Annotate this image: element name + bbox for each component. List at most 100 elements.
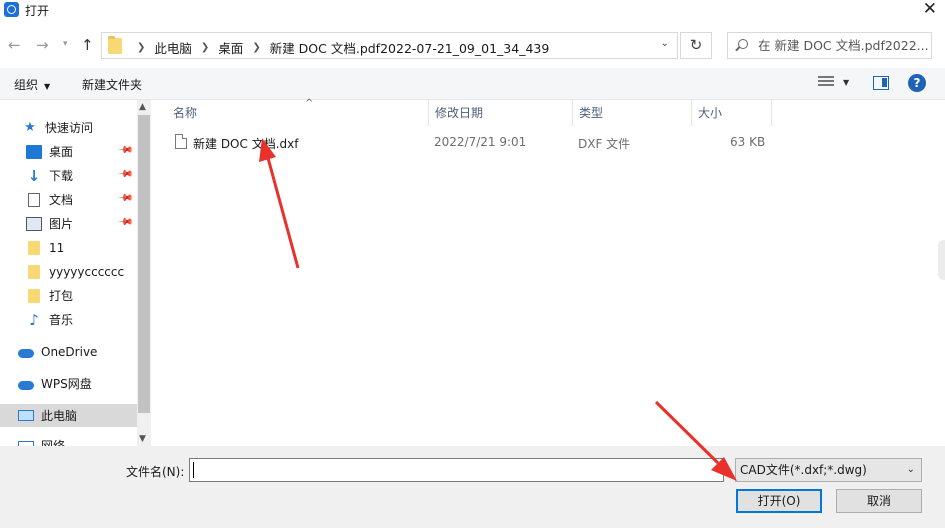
window-title: 打开: [25, 4, 50, 18]
organize-label: 组织: [14, 78, 39, 92]
chevron-down-icon: ▼: [44, 82, 51, 91]
navigation-pane: ★ 快速访问 桌面 📌 ↓ 下载 📌 文档 📌 图片 📌 11 yyyyyccc…: [0, 100, 137, 446]
forward-arrow-icon[interactable]: →: [36, 36, 49, 54]
organize-menu[interactable]: 组织 ▼: [14, 76, 50, 93]
nav-item-pictures[interactable]: 图片 📌: [0, 212, 137, 235]
new-folder-button[interactable]: 新建文件夹: [82, 76, 142, 93]
refresh-icon[interactable]: ↻: [680, 32, 712, 59]
nav-item-folder-yyyyycccccc[interactable]: yyyyycccccc: [0, 260, 137, 283]
file-row[interactable]: 新建 DOC 文档.dxf 2022/7/21 9:01 DXF 文件 63 K…: [166, 132, 776, 154]
folder-icon: [28, 240, 40, 255]
chevron-right-icon: ❯: [252, 42, 261, 53]
search-input[interactable]: [758, 33, 930, 58]
scroll-down-icon[interactable]: ▼: [139, 434, 146, 444]
column-header-name[interactable]: ^ 名称: [166, 98, 429, 126]
column-header-size[interactable]: 大小: [691, 100, 772, 126]
nav-item-label: OneDrive: [41, 344, 98, 359]
pin-icon: 📌: [116, 142, 134, 159]
breadcrumb-item[interactable]: 此电脑: [154, 38, 192, 57]
nav-item-onedrive[interactable]: OneDrive: [0, 340, 137, 363]
nav-item-label: 下载: [49, 169, 74, 183]
chevron-right-icon: ❯: [200, 42, 210, 53]
chevron-right-icon: ❯: [137, 42, 146, 53]
column-header-label: 名称: [173, 106, 198, 120]
nav-item-label: 打包: [49, 289, 74, 303]
nav-item-this-pc[interactable]: 此电脑: [0, 404, 137, 427]
nav-item-downloads[interactable]: ↓ 下载 📌: [0, 164, 137, 187]
music-icon: ♪: [29, 310, 39, 329]
filename-input[interactable]: ⌄: [189, 458, 724, 482]
cloud-icon: [18, 348, 34, 358]
search-box[interactable]: [727, 32, 932, 59]
pictures-icon: [26, 216, 42, 231]
recent-locations-chevron-icon[interactable]: ▾: [63, 39, 68, 49]
nav-item-label: 图片: [49, 217, 74, 231]
column-header-type[interactable]: 类型: [572, 100, 692, 126]
file-list: ^ 名称 修改日期 类型 大小 新建 DOC 文档.dxf 2022/7/21 …: [151, 98, 945, 446]
address-row: ← → ▾ ↑ ❯ 此电脑 ❯ 桌面 ❯ 新建 DOC 文档.pdf2022-0…: [0, 28, 945, 64]
breadcrumb-item[interactable]: 新建 DOC 文档.pdf2022-07-21_09_01_34_439: [270, 38, 550, 57]
nav-item-folder-11[interactable]: 11: [0, 236, 137, 259]
pin-icon: 📌: [116, 166, 134, 183]
command-bar: 组织 ▼ 新建文件夹 ▼ ?: [0, 68, 945, 100]
up-arrow-icon[interactable]: ↑: [81, 36, 94, 54]
address-bar[interactable]: ❯ 此电脑 ❯ 桌面 ❯ 新建 DOC 文档.pdf2022-07-21_09_…: [101, 32, 678, 59]
column-header-date[interactable]: 修改日期: [428, 100, 573, 126]
column-header-label: 大小: [698, 106, 723, 120]
folder-icon: [28, 288, 40, 303]
nav-pane-scrollbar[interactable]: ▲ ▼: [137, 100, 151, 446]
nav-item-folder-package[interactable]: 打包: [0, 284, 137, 307]
chevron-down-icon[interactable]: ⌄: [661, 38, 669, 49]
app-icon: [4, 2, 19, 17]
chevron-down-icon[interactable]: ⌄: [711, 463, 719, 474]
nav-item-label: WPS网盘: [41, 377, 92, 391]
column-header-label: 类型: [579, 106, 604, 120]
nav-item-desktop[interactable]: 桌面 📌: [0, 140, 137, 163]
nav-item-label: 网络: [41, 439, 66, 446]
filetype-select[interactable]: CAD文件(*.dxf;*.dwg) ⌄: [735, 458, 922, 482]
chevron-down-icon[interactable]: ▼: [843, 78, 849, 87]
file-name: 新建 DOC 文档.dxf: [193, 137, 299, 151]
breadcrumb: ❯ 此电脑 ❯ 桌面 ❯ 新建 DOC 文档.pdf2022-07-21_09_…: [128, 38, 549, 57]
close-icon[interactable]: ✕: [923, 0, 937, 19]
nav-item-wps-drive[interactable]: WPS网盘: [0, 372, 137, 395]
view-options-icon[interactable]: [818, 76, 834, 90]
column-header-label: 修改日期: [435, 106, 484, 120]
preview-pane-icon[interactable]: [873, 76, 889, 90]
nav-item-quick-access[interactable]: ★ 快速访问: [0, 116, 137, 139]
nav-item-label: 11: [49, 240, 65, 255]
star-icon: ★: [24, 119, 36, 135]
nav-item-documents[interactable]: 文档 📌: [0, 188, 137, 211]
filename-label: 文件名(N):: [126, 465, 185, 479]
pin-icon: 📌: [116, 190, 134, 207]
search-icon: [738, 39, 748, 49]
title-bar: 打开 ✕: [0, 0, 945, 20]
scroll-up-icon[interactable]: ▲: [139, 102, 146, 112]
nav-item-label: 此电脑: [41, 409, 78, 423]
folder-icon: [108, 36, 122, 54]
breadcrumb-item[interactable]: 桌面: [218, 38, 243, 57]
nav-item-network[interactable]: 网络: [0, 434, 137, 446]
desktop-icon: [26, 144, 42, 159]
nav-item-label: 音乐: [49, 313, 74, 327]
nav-item-label: yyyyycccccc: [49, 264, 125, 279]
chevron-down-icon: ⌄: [906, 464, 915, 475]
filetype-selected: CAD文件(*.dxf;*.dwg): [740, 463, 867, 477]
sort-ascending-icon: ^: [305, 98, 314, 109]
file-modified: 2022/7/21 9:01: [434, 135, 527, 149]
nav-item-label: 快速访问: [45, 121, 94, 135]
computer-icon: [18, 410, 34, 421]
back-arrow-icon[interactable]: ←: [8, 36, 21, 54]
cancel-button[interactable]: 取消: [836, 489, 922, 513]
pin-icon: 📌: [116, 214, 134, 231]
text-cursor: [193, 462, 194, 478]
file-icon: [175, 134, 187, 149]
side-handle: [938, 240, 945, 280]
open-button[interactable]: 打开(O): [736, 489, 822, 513]
nav-item-music[interactable]: ♪ 音乐: [0, 308, 137, 331]
scrollbar-thumb[interactable]: [138, 115, 150, 413]
file-type: DXF 文件: [578, 137, 631, 151]
help-icon[interactable]: ?: [908, 74, 926, 92]
dialog-footer: 文件名(N): ⌄ CAD文件(*.dxf;*.dwg) ⌄ 打开(O) 取消: [0, 446, 945, 528]
file-size: 63 KB: [730, 135, 766, 149]
